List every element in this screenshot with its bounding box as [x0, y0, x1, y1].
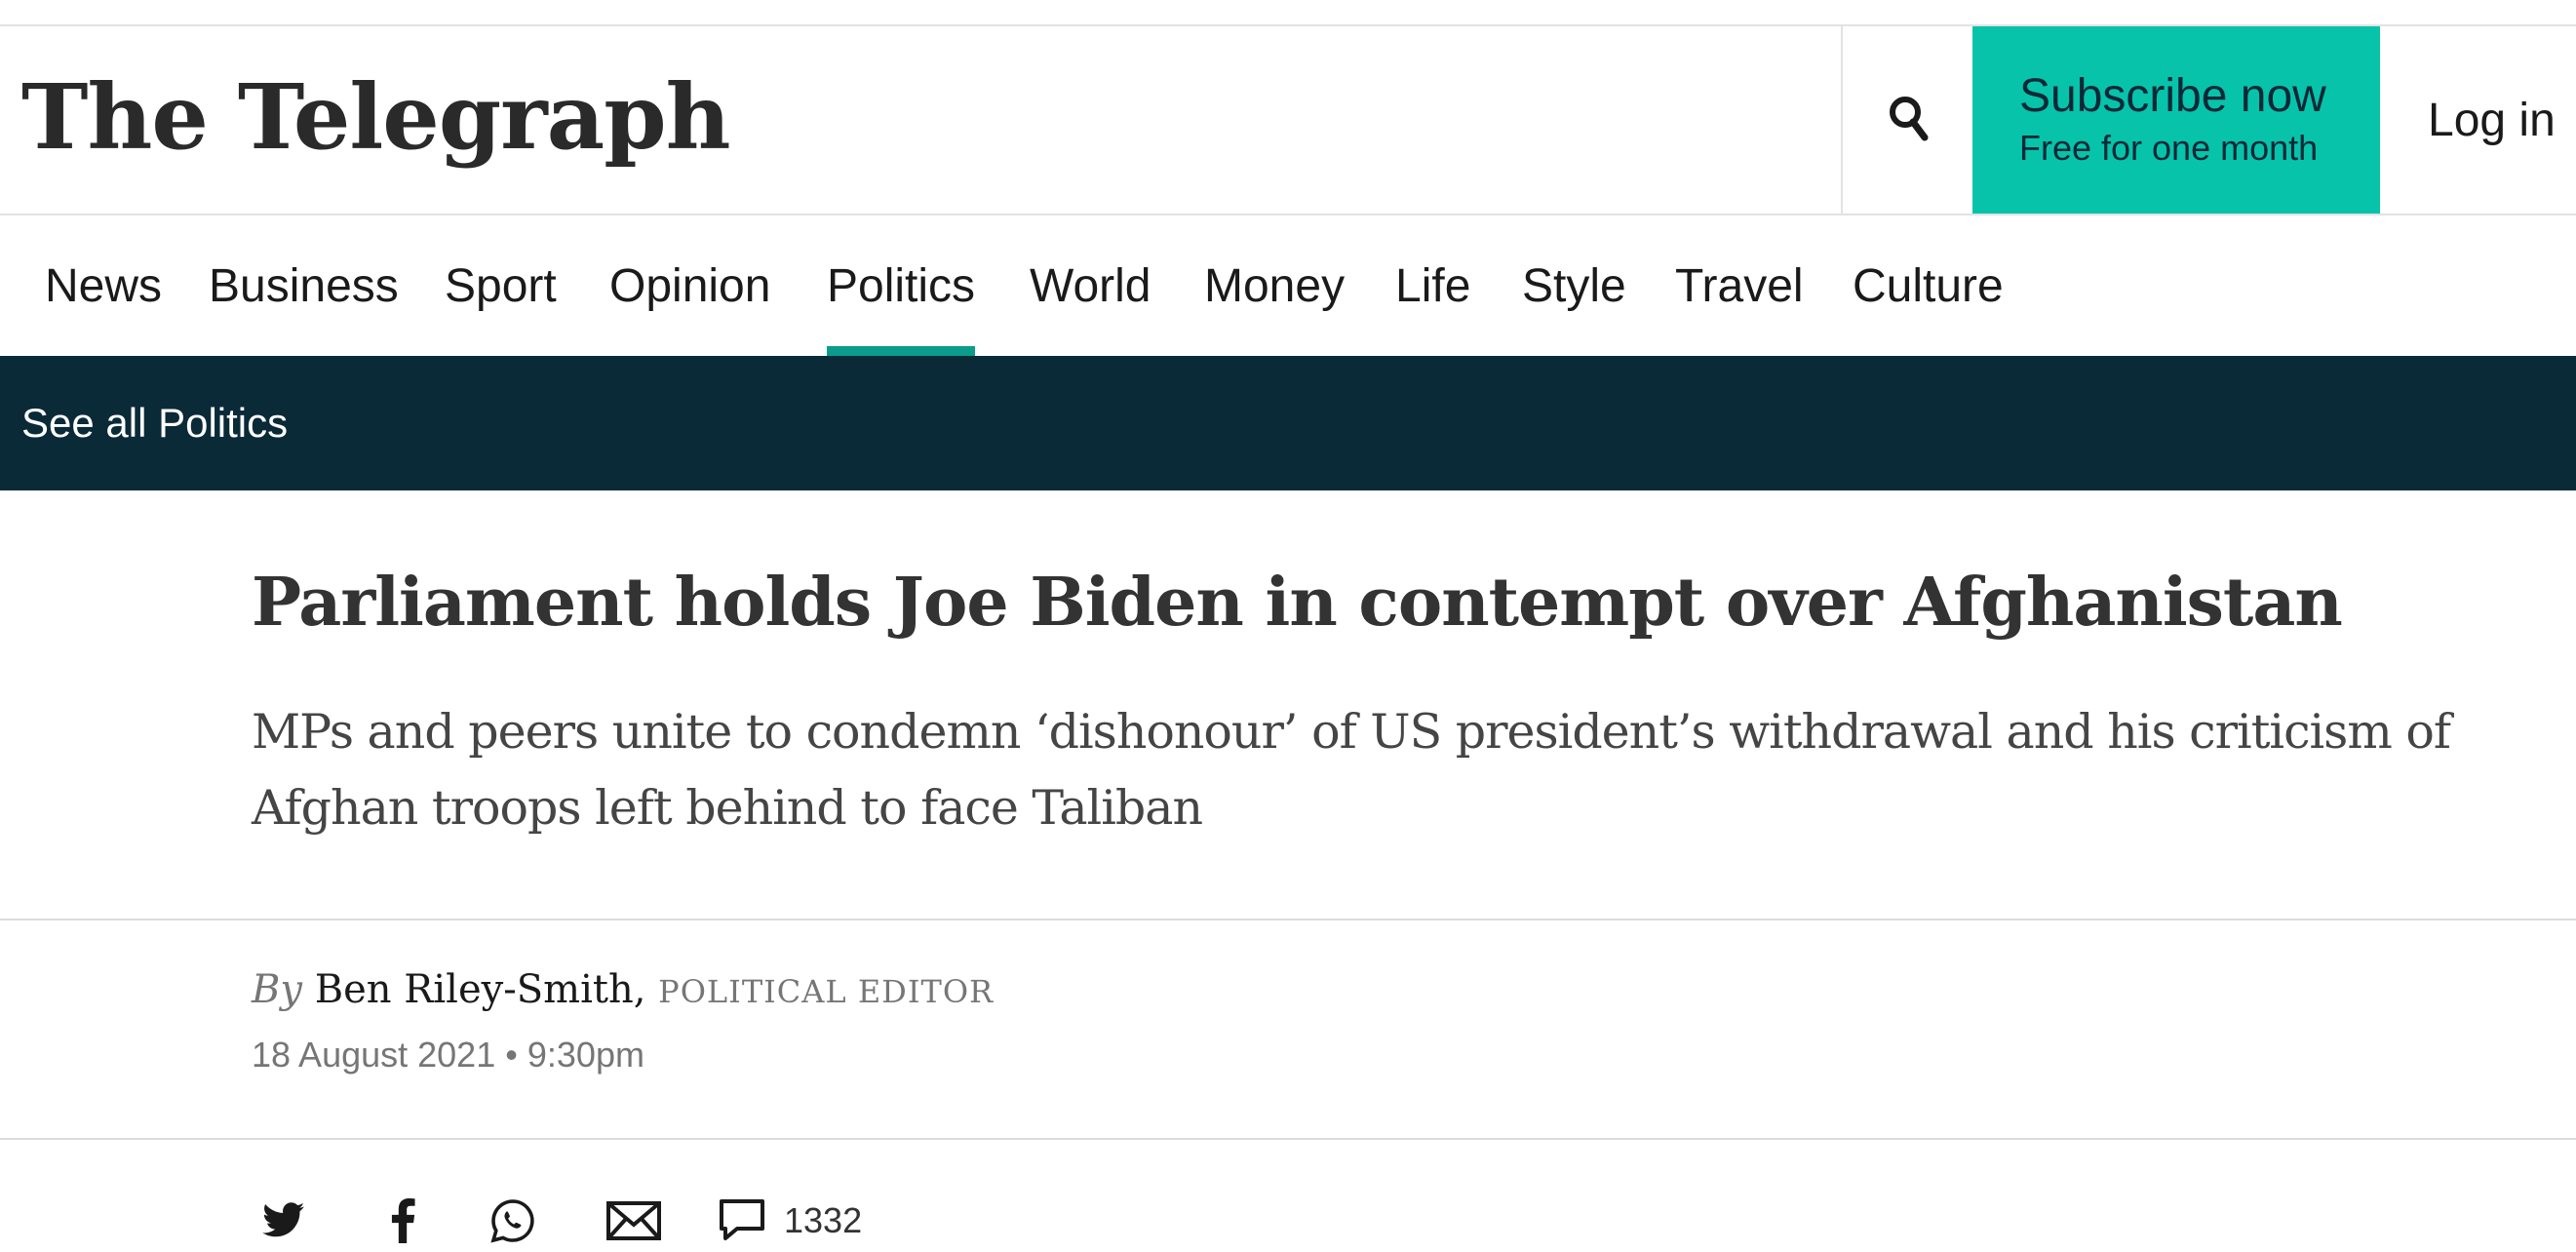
- subscribe-subtitle: Free for one month: [2019, 128, 2319, 168]
- subscribe-title: Subscribe now: [2019, 70, 2326, 122]
- nav-item-politics[interactable]: Politics: [827, 215, 976, 356]
- nav-item-world[interactable]: World: [1030, 215, 1151, 356]
- byline: By Ben Riley-Smith, POLITICAL EDITOR: [252, 960, 994, 1021]
- nav-item-culture[interactable]: Culture: [1853, 215, 2004, 356]
- login-button[interactable]: Log in: [2428, 26, 2556, 214]
- section-subnav: See all Politics: [0, 356, 2576, 490]
- comment-icon[interactable]: [716, 1190, 768, 1252]
- publish-date: 18 August 2021: [252, 1035, 496, 1075]
- search-button[interactable]: [1843, 26, 1972, 214]
- author-link[interactable]: Ben Riley-Smith,: [315, 967, 646, 1012]
- article-headline: Parliament holds Joe Biden in contempt o…: [252, 564, 2343, 642]
- nav-item-life[interactable]: Life: [1395, 215, 1470, 356]
- publish-dateline: 18 August 2021 • 9:30pm: [252, 1028, 644, 1082]
- nav-item-business[interactable]: Business: [209, 215, 399, 356]
- comment-count[interactable]: 1332: [784, 1190, 862, 1252]
- twitter-icon[interactable]: [259, 1190, 308, 1252]
- nav-item-travel[interactable]: Travel: [1675, 215, 1804, 356]
- date-separator: •: [505, 1035, 518, 1075]
- site-header: The Telegraph Subscribe now Free for one…: [0, 26, 2576, 214]
- main-nav: News Business Sport Opinion Politics Wor…: [0, 215, 2576, 356]
- see-all-politics-link[interactable]: See all Politics: [21, 356, 288, 490]
- author-role: POLITICAL EDITOR: [658, 973, 995, 1010]
- email-icon[interactable]: [605, 1190, 663, 1252]
- nav-item-sport[interactable]: Sport: [445, 215, 557, 356]
- telegraph-logo[interactable]: The Telegraph: [21, 63, 730, 171]
- subscribe-button[interactable]: Subscribe now Free for one month: [1972, 26, 2380, 214]
- nav-item-news[interactable]: News: [45, 215, 162, 356]
- nav-item-money[interactable]: Money: [1204, 215, 1345, 356]
- nav-item-opinion[interactable]: Opinion: [609, 215, 770, 356]
- article-standfirst: MPs and peers unite to condemn ‘dishonou…: [252, 704, 2451, 836]
- divider: [0, 1138, 2576, 1140]
- publish-time: 9:30pm: [527, 1035, 644, 1075]
- facebook-icon[interactable]: [378, 1190, 427, 1252]
- whatsapp-icon[interactable]: [486, 1190, 540, 1252]
- byline-by: By: [252, 967, 302, 1012]
- search-icon: [1888, 95, 1929, 146]
- divider: [0, 919, 2576, 920]
- nav-item-style[interactable]: Style: [1522, 215, 1626, 356]
